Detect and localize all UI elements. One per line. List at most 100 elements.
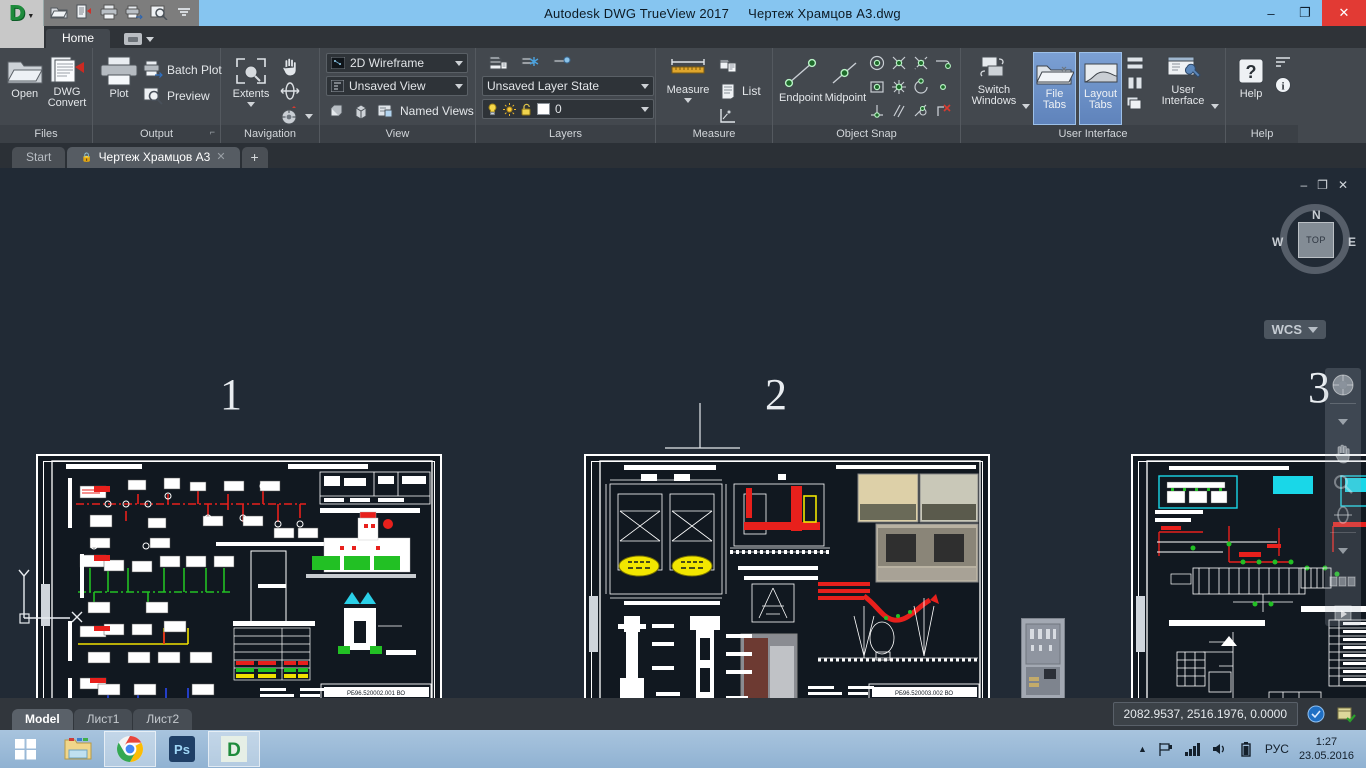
osnap-tangent-icon[interactable] xyxy=(912,102,932,124)
drawing-minimize-button[interactable]: – xyxy=(1300,178,1307,192)
measure-button[interactable]: Measure xyxy=(662,52,714,103)
layout-tabs-toggle[interactable]: LayoutTabs xyxy=(1079,52,1122,125)
navigation-bar[interactable] xyxy=(1325,368,1361,626)
hardware-accel-icon[interactable] xyxy=(1334,702,1358,726)
view-cube-west-label[interactable]: W xyxy=(1272,235,1283,249)
navbar-dropdown-2[interactable] xyxy=(1329,538,1357,564)
switch-windows-button[interactable]: SwitchWindows xyxy=(969,52,1019,107)
view-cube-icon[interactable] xyxy=(352,102,370,120)
plot-icon[interactable] xyxy=(100,4,118,22)
file-tab-new[interactable]: + xyxy=(242,147,268,168)
preview-icon[interactable] xyxy=(150,4,168,22)
drawing-close-button[interactable]: ✕ xyxy=(1338,178,1348,192)
workspace-switcher[interactable] xyxy=(124,33,154,48)
sun-freeze-icon[interactable] xyxy=(503,103,516,116)
play-motion-icon[interactable] xyxy=(1329,600,1357,626)
osnap-midpoint-button[interactable]: Midpoint xyxy=(824,52,866,104)
copy-properties-button[interactable] xyxy=(718,54,761,78)
view-cube-face[interactable]: TOP xyxy=(1298,222,1334,258)
lightbulb-icon[interactable] xyxy=(487,103,498,116)
view-cube-east-label[interactable]: E xyxy=(1348,235,1356,249)
view-cube-north-label[interactable]: N xyxy=(1312,208,1321,222)
maximize-button[interactable]: ❐ xyxy=(1288,0,1322,26)
photoshop-button[interactable]: Ps xyxy=(156,731,208,767)
current-layer-combo[interactable]: 0 xyxy=(482,99,654,119)
close-button[interactable]: ✕ xyxy=(1322,0,1366,26)
user-interface-button[interactable]: UserInterface xyxy=(1158,52,1208,107)
tile-vertically-icon[interactable] xyxy=(1125,75,1145,91)
drawing-sheet-2[interactable]: РБ96.520003.002 ВО СПбГАУ xyxy=(584,454,990,698)
batch-plot-button[interactable]: Batch Plot xyxy=(143,58,222,82)
osnap-endpoint-button[interactable]: Endpoint xyxy=(779,52,822,104)
view-cube[interactable]: TOP N W E xyxy=(1272,196,1358,282)
osnap-none-icon[interactable] xyxy=(934,102,954,124)
chevron-down-icon[interactable] xyxy=(305,114,313,119)
osnap-apparent-intersection-icon[interactable] xyxy=(912,54,932,76)
osnap-center-icon[interactable] xyxy=(868,54,888,76)
layout-tab-list2[interactable]: Лист2 xyxy=(133,709,192,730)
named-views-icon[interactable] xyxy=(376,102,394,120)
dwg-trueview-button[interactable]: D xyxy=(208,731,260,767)
about-info-icon[interactable]: i xyxy=(1274,76,1292,94)
language-indicator[interactable]: РУС xyxy=(1265,742,1289,756)
orbit-button[interactable] xyxy=(279,79,313,103)
application-menu-button[interactable]: D ▼ xyxy=(0,0,44,26)
layer-color-swatch[interactable] xyxy=(537,103,550,115)
pan-hand-icon[interactable] xyxy=(1329,440,1357,466)
help-button[interactable]: ? Help xyxy=(1232,54,1270,100)
battery-icon[interactable] xyxy=(1238,741,1255,757)
batch-plot-icon[interactable] xyxy=(125,4,143,22)
pan-button[interactable] xyxy=(279,54,313,78)
steering-wheel-icon[interactable] xyxy=(1329,372,1357,398)
file-tabs-toggle[interactable]: File Tabs xyxy=(1033,52,1076,125)
layer-freeze-icon[interactable] xyxy=(520,53,540,71)
open-icon[interactable] xyxy=(50,4,68,22)
osnap-node-icon[interactable] xyxy=(890,78,910,100)
network-icon[interactable] xyxy=(1184,741,1201,757)
layer-state-combo[interactable]: Unsaved Layer State xyxy=(482,76,654,96)
clock[interactable]: 1:27 23.05.2016 xyxy=(1299,735,1358,763)
zoom-extents-button[interactable]: Extents xyxy=(227,52,275,107)
unlock-icon[interactable] xyxy=(521,103,532,116)
preview-button[interactable]: Preview xyxy=(143,84,222,108)
layer-off-icon[interactable] xyxy=(552,53,572,71)
showmotion-icon[interactable] xyxy=(1329,569,1357,595)
tile-horizontally-icon[interactable] xyxy=(1125,55,1145,71)
close-icon[interactable]: ✕ xyxy=(216,147,225,168)
osnap-extension-icon[interactable] xyxy=(934,54,954,76)
start-button[interactable] xyxy=(0,731,52,767)
wcs-dropdown[interactable]: WCS xyxy=(1264,320,1326,339)
chevron-down-icon[interactable] xyxy=(1022,104,1030,109)
open-button[interactable]: Open xyxy=(6,52,44,100)
volume-icon[interactable] xyxy=(1211,741,1228,757)
osnap-intersection-icon[interactable] xyxy=(890,54,910,76)
list-button[interactable]: List xyxy=(718,79,761,103)
layer-properties-icon[interactable] xyxy=(488,53,508,71)
dialog-launcher-icon[interactable]: ⌐ xyxy=(210,123,215,141)
osnap-nearest-icon[interactable] xyxy=(934,78,954,100)
dwg-convert-button[interactable]: DWGConvert xyxy=(48,52,87,109)
annotation-scale-icon[interactable] xyxy=(1304,702,1328,726)
layout-tab-list1[interactable]: Лист1 xyxy=(74,709,133,730)
help-topics-icon[interactable] xyxy=(1274,56,1292,70)
cascade-windows-icon[interactable] xyxy=(1125,95,1145,111)
customize-qat-icon[interactable] xyxy=(175,4,193,22)
dwg-convert-icon[interactable] xyxy=(75,4,93,22)
panel-photo-thumbnail[interactable] xyxy=(1021,618,1065,698)
osnap-perpendicular-icon[interactable] xyxy=(868,102,888,124)
osnap-quadrant-icon[interactable] xyxy=(912,78,932,100)
osnap-insert-icon[interactable] xyxy=(868,78,888,100)
plot-button[interactable]: Plot xyxy=(99,52,139,100)
view-preset-combo[interactable]: Unsaved View xyxy=(326,76,468,96)
view-box-icon[interactable] xyxy=(328,102,346,120)
file-tab-drawing[interactable]: 🔒 Чертеж Храмцов A3 ✕ xyxy=(67,147,239,168)
chrome-button[interactable] xyxy=(104,731,156,767)
zoom-icon[interactable] xyxy=(1329,471,1357,497)
chevron-down-icon[interactable]: ▼ xyxy=(27,13,34,20)
visual-style-combo[interactable]: 2D Wireframe xyxy=(326,53,468,73)
layout-tab-model[interactable]: Model xyxy=(12,709,73,730)
flag-icon[interactable] xyxy=(1157,741,1174,757)
navbar-dropdown-1[interactable] xyxy=(1329,409,1357,435)
drawing-canvas[interactable]: – ❐ ✕ 1 2 3 xyxy=(0,168,1366,698)
chevron-down-icon[interactable] xyxy=(247,102,255,107)
